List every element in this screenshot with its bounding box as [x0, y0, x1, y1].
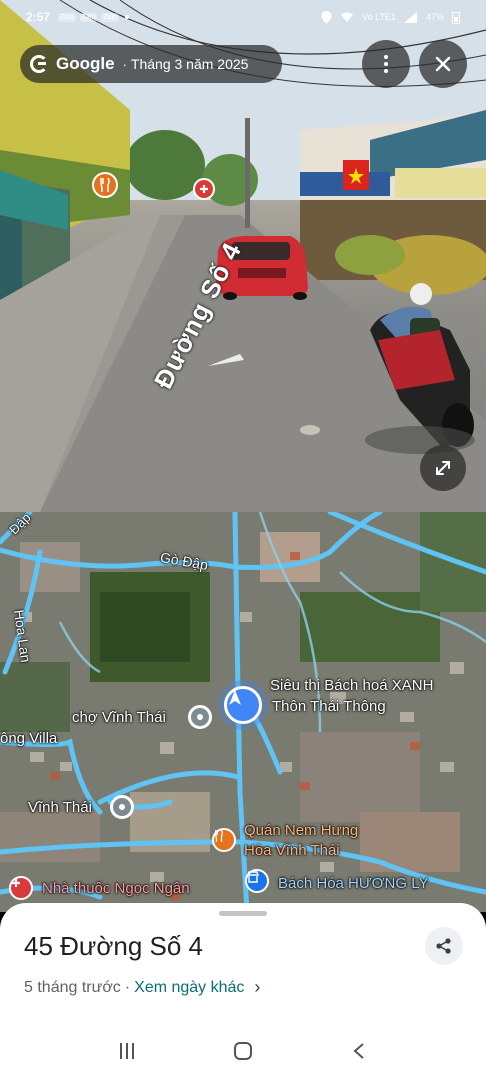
- address-title: 45 Đường Số 4: [24, 931, 204, 961]
- share-button[interactable]: [425, 927, 463, 965]
- zalo-icon: Zalo: [79, 12, 98, 22]
- status-bar: 2:57 Zalo Zalo Zalo Vo LTE1 47%: [0, 0, 486, 34]
- battery-icon: [452, 11, 460, 24]
- imagery-age: 5 tháng trước: [24, 978, 121, 996]
- notification-icons: Zalo Zalo Zalo: [58, 12, 119, 22]
- map-label-quan-nem-line2[interactable]: Hòa Vĩnh Thái: [244, 842, 340, 859]
- place-marker-icon[interactable]: [188, 705, 212, 729]
- pharmacy-icon[interactable]: [193, 178, 215, 200]
- network-label: Vo LTE1: [362, 12, 396, 22]
- google-g-icon: [30, 55, 48, 73]
- restaurant-icon[interactable]: [212, 828, 236, 852]
- pharmacy-icon[interactable]: [9, 876, 33, 900]
- back-button[interactable]: [352, 1042, 366, 1060]
- map-panel[interactable]: Đập Gò Đập Hoa Lan Siêu thị Bách hoá XAN…: [0, 512, 486, 912]
- expand-icon: [436, 461, 450, 475]
- close-icon: [435, 56, 451, 72]
- place-marker-icon[interactable]: [110, 795, 134, 819]
- wifi-icon: [341, 12, 354, 22]
- see-other-dates-link[interactable]: Xem ngày khác: [134, 979, 244, 997]
- street-view-panel[interactable]: 2:57 Zalo Zalo Zalo Vo LTE1 47% Google ·…: [0, 0, 486, 512]
- more-notifications-dot: [124, 15, 129, 19]
- store-icon[interactable]: [245, 869, 269, 893]
- recent-apps-button[interactable]: [120, 1042, 134, 1059]
- location-icon: [321, 10, 332, 24]
- map-label-cho-vinh-thai[interactable]: chợ Vĩnh Thái: [72, 709, 166, 726]
- nav-chevron-icon[interactable]: [206, 352, 246, 370]
- capture-date: Tháng 3 năm 2025: [130, 56, 249, 72]
- bottom-sheet[interactable]: 45 Đường Số 4 5 tháng trước · Xem ngày k…: [0, 903, 486, 1021]
- home-button[interactable]: [234, 1041, 252, 1060]
- zalo-icon: Zalo: [101, 12, 119, 22]
- more-options-button[interactable]: [362, 40, 410, 88]
- status-time: 2:57: [26, 10, 51, 24]
- battery-label: 47%: [425, 12, 444, 22]
- brand-label: Google: [56, 54, 115, 73]
- map-label-vinh-thai[interactable]: Vĩnh Thái: [28, 799, 92, 816]
- imagery-age-row: 5 tháng trước · Xem ngày khác ›: [24, 977, 260, 998]
- navigation-arrow-icon: [229, 690, 241, 705]
- map-label-nha-thuoc[interactable]: Nhà thuốc Ngọc Ngân: [42, 880, 190, 897]
- map-label-sieu-thi[interactable]: Siêu thị Bách hoá XANH: [270, 677, 433, 694]
- zalo-icon: Zalo: [58, 12, 76, 22]
- system-nav-bar: [0, 1021, 486, 1080]
- map-label-thon: Thôn Thái Thông: [272, 698, 386, 715]
- age-separator: ·: [124, 978, 131, 996]
- share-icon: [436, 938, 451, 954]
- sheet-drag-handle[interactable]: [219, 911, 267, 916]
- chip-separator: ·: [122, 56, 127, 72]
- imagery-info-chip[interactable]: Google · Tháng 3 năm 2025: [20, 45, 282, 83]
- map-label-quan-nem[interactable]: Quán Nem Hưng: [244, 822, 358, 839]
- map-label-bach-hoa[interactable]: Bách Hóa HƯƠNG LY: [278, 875, 428, 892]
- restaurant-icon[interactable]: [92, 172, 118, 198]
- more-vert-icon: [384, 55, 388, 73]
- chevron-right-icon[interactable]: ›: [254, 977, 260, 998]
- current-view-marker[interactable]: [224, 686, 262, 724]
- signal-icon: [403, 11, 417, 23]
- expand-button[interactable]: [420, 445, 466, 491]
- map-label-villa[interactable]: ông Villa: [0, 730, 57, 747]
- close-button[interactable]: [419, 40, 467, 88]
